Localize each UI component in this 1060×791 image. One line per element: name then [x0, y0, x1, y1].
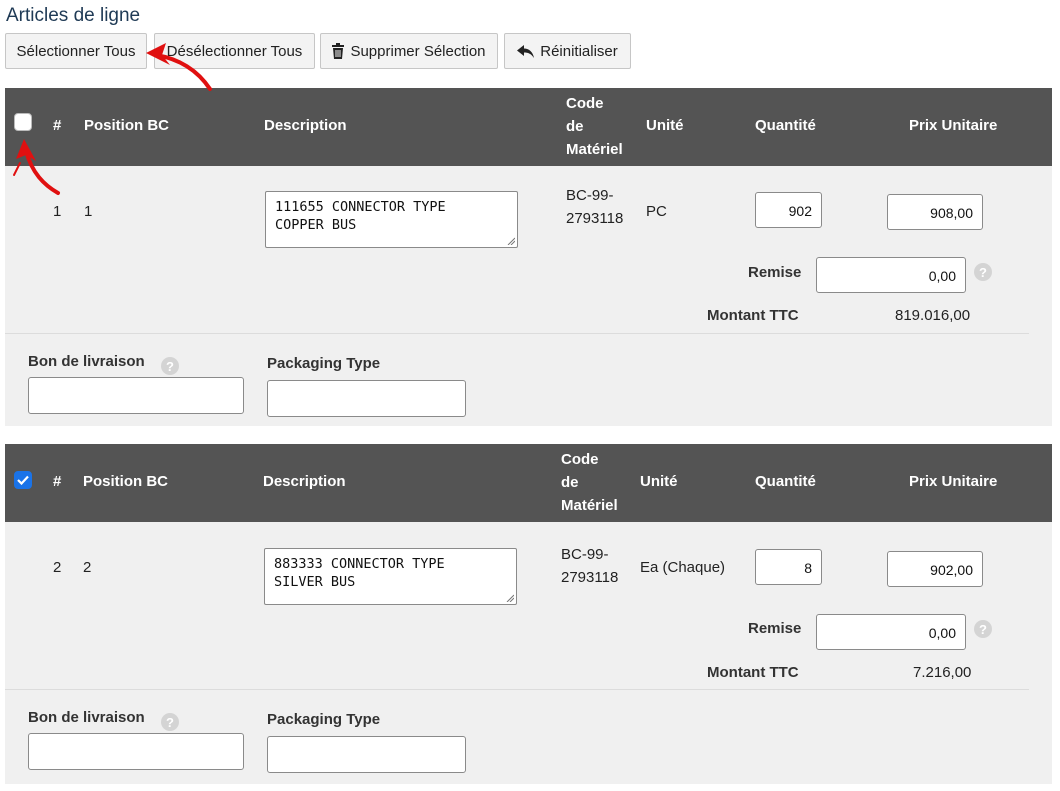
col-header-description: Description [264, 117, 347, 134]
delete-selection-button[interactable]: Supprimer Sélection [320, 33, 498, 69]
amount-ttc-label: Montant TTC [707, 307, 799, 324]
delivery-note-help-icon[interactable]: ? [161, 357, 179, 375]
discount-value: 0,00 [928, 625, 956, 641]
delete-selection-label: Supprimer Sélection [350, 42, 486, 60]
material-code-line: BC-99- [561, 546, 609, 563]
trash-icon [332, 43, 345, 59]
select-all-button[interactable]: Sélectionner Tous [5, 33, 147, 69]
deselect-all-button[interactable]: Désélectionner Tous [154, 33, 315, 69]
discount-help-icon[interactable]: ? [974, 263, 992, 281]
discount-label: Remise [748, 620, 802, 637]
line-item-2: # Position BC Description Code de Matéri… [5, 444, 1052, 784]
col-header-quantity: Quantité [755, 473, 816, 490]
description-textarea[interactable]: 883333 CONNECTOR TYPE SILVER BUS [264, 548, 517, 605]
line-item-1: # Position BC Description Code de Matéri… [5, 88, 1052, 426]
unit-value: Ea (Chaque) [640, 559, 726, 576]
packaging-type-input[interactable] [267, 380, 466, 417]
description-text: 883333 CONNECTOR TYPE SILVER BUS [274, 556, 445, 590]
line-item-header: # Position BC Description Code de Matéri… [5, 88, 1052, 166]
unit-price-input[interactable]: 908,00 [887, 194, 983, 230]
undo-arrow-icon [517, 44, 535, 58]
discount-label: Remise [748, 264, 802, 281]
material-code-line: 2793118 [561, 569, 619, 586]
description-text: 111655 CONNECTOR TYPE COPPER BUS [275, 199, 446, 233]
material-code: BC-99- 2793118 [566, 184, 623, 230]
material-code-line: 2793118 [566, 210, 624, 227]
col-header-unit: Unité [640, 473, 678, 490]
discount-help-icon[interactable]: ? [974, 620, 992, 638]
reset-button[interactable]: Réinitialiser [504, 33, 631, 69]
col-header-material-code: Code de Matériel [561, 448, 618, 517]
col-header-unit: Unité [646, 117, 684, 134]
delivery-note-help-icon[interactable]: ? [161, 713, 179, 731]
section-title: Articles de ligne [6, 5, 141, 26]
packaging-type-label: Packaging Type [267, 711, 381, 728]
col-header-num: # [53, 117, 62, 134]
discount-input[interactable]: 0,00 [816, 614, 966, 650]
delivery-note-input[interactable] [28, 733, 244, 770]
col-header-unit-price: Prix Unitaire [909, 473, 998, 490]
description-textarea[interactable]: 111655 CONNECTOR TYPE COPPER BUS [265, 191, 518, 248]
delivery-note-input[interactable] [28, 377, 244, 414]
reset-label: Réinitialiser [540, 42, 618, 60]
po-position: 1 [84, 203, 93, 220]
unit-price-value: 902,00 [930, 562, 973, 578]
delivery-note-label: Bon de livraison [28, 709, 145, 726]
quantity-value: 8 [804, 560, 812, 576]
amount-ttc-value: 819.016,00 [895, 307, 971, 324]
col-header-material-code-line: Matériel [566, 141, 623, 158]
select-all-label: Sélectionner Tous [16, 42, 136, 60]
discount-value: 0,00 [928, 268, 956, 284]
amount-ttc-value: 7.216,00 [913, 664, 972, 681]
resize-grip-icon[interactable] [507, 237, 515, 245]
col-header-unit-price: Prix Unitaire [909, 117, 998, 134]
delivery-note-label: Bon de livraison [28, 353, 145, 370]
line-item-body: 1 1 111655 CONNECTOR TYPE COPPER BUS BC-… [5, 166, 1052, 426]
col-header-material-code-line: Code [561, 451, 599, 468]
material-code-line: BC-99- [566, 187, 614, 204]
line-number: 2 [53, 559, 62, 576]
col-header-material-code-line: de [566, 118, 584, 135]
col-header-po-position: Position BC [83, 473, 168, 490]
quantity-input[interactable]: 8 [755, 549, 822, 585]
line-number: 1 [53, 203, 62, 220]
line-item-body: 2 2 883333 CONNECTOR TYPE SILVER BUS BC-… [5, 522, 1052, 784]
col-header-description: Description [263, 473, 346, 490]
col-header-quantity: Quantité [755, 117, 816, 134]
deselect-all-label: Désélectionner Tous [166, 42, 303, 60]
packaging-type-label: Packaging Type [267, 355, 381, 372]
col-header-po-position: Position BC [84, 117, 169, 134]
resize-grip-icon[interactable] [506, 594, 514, 602]
unit-value: PC [646, 203, 667, 220]
col-header-material-code-line: Code [566, 95, 604, 112]
col-header-material-code-line: Matériel [561, 497, 618, 514]
po-position: 2 [83, 559, 92, 576]
amount-ttc-label: Montant TTC [707, 664, 799, 681]
material-code: BC-99- 2793118 [561, 543, 618, 589]
col-header-material-code-line: de [561, 474, 579, 491]
divider [5, 689, 1029, 690]
quantity-input[interactable]: 902 [755, 192, 822, 228]
col-header-num: # [53, 473, 62, 490]
line-item-select-checkbox[interactable] [14, 471, 32, 489]
unit-price-value: 908,00 [930, 205, 973, 221]
col-header-material-code: Code de Matériel [566, 92, 623, 161]
line-item-select-checkbox[interactable] [14, 113, 32, 131]
packaging-type-input[interactable] [267, 736, 466, 773]
divider [5, 333, 1029, 334]
discount-input[interactable]: 0,00 [816, 257, 966, 293]
line-item-header: # Position BC Description Code de Matéri… [5, 444, 1052, 522]
quantity-value: 902 [788, 203, 812, 219]
checkmark-icon [17, 475, 29, 485]
unit-price-input[interactable]: 902,00 [887, 551, 983, 587]
